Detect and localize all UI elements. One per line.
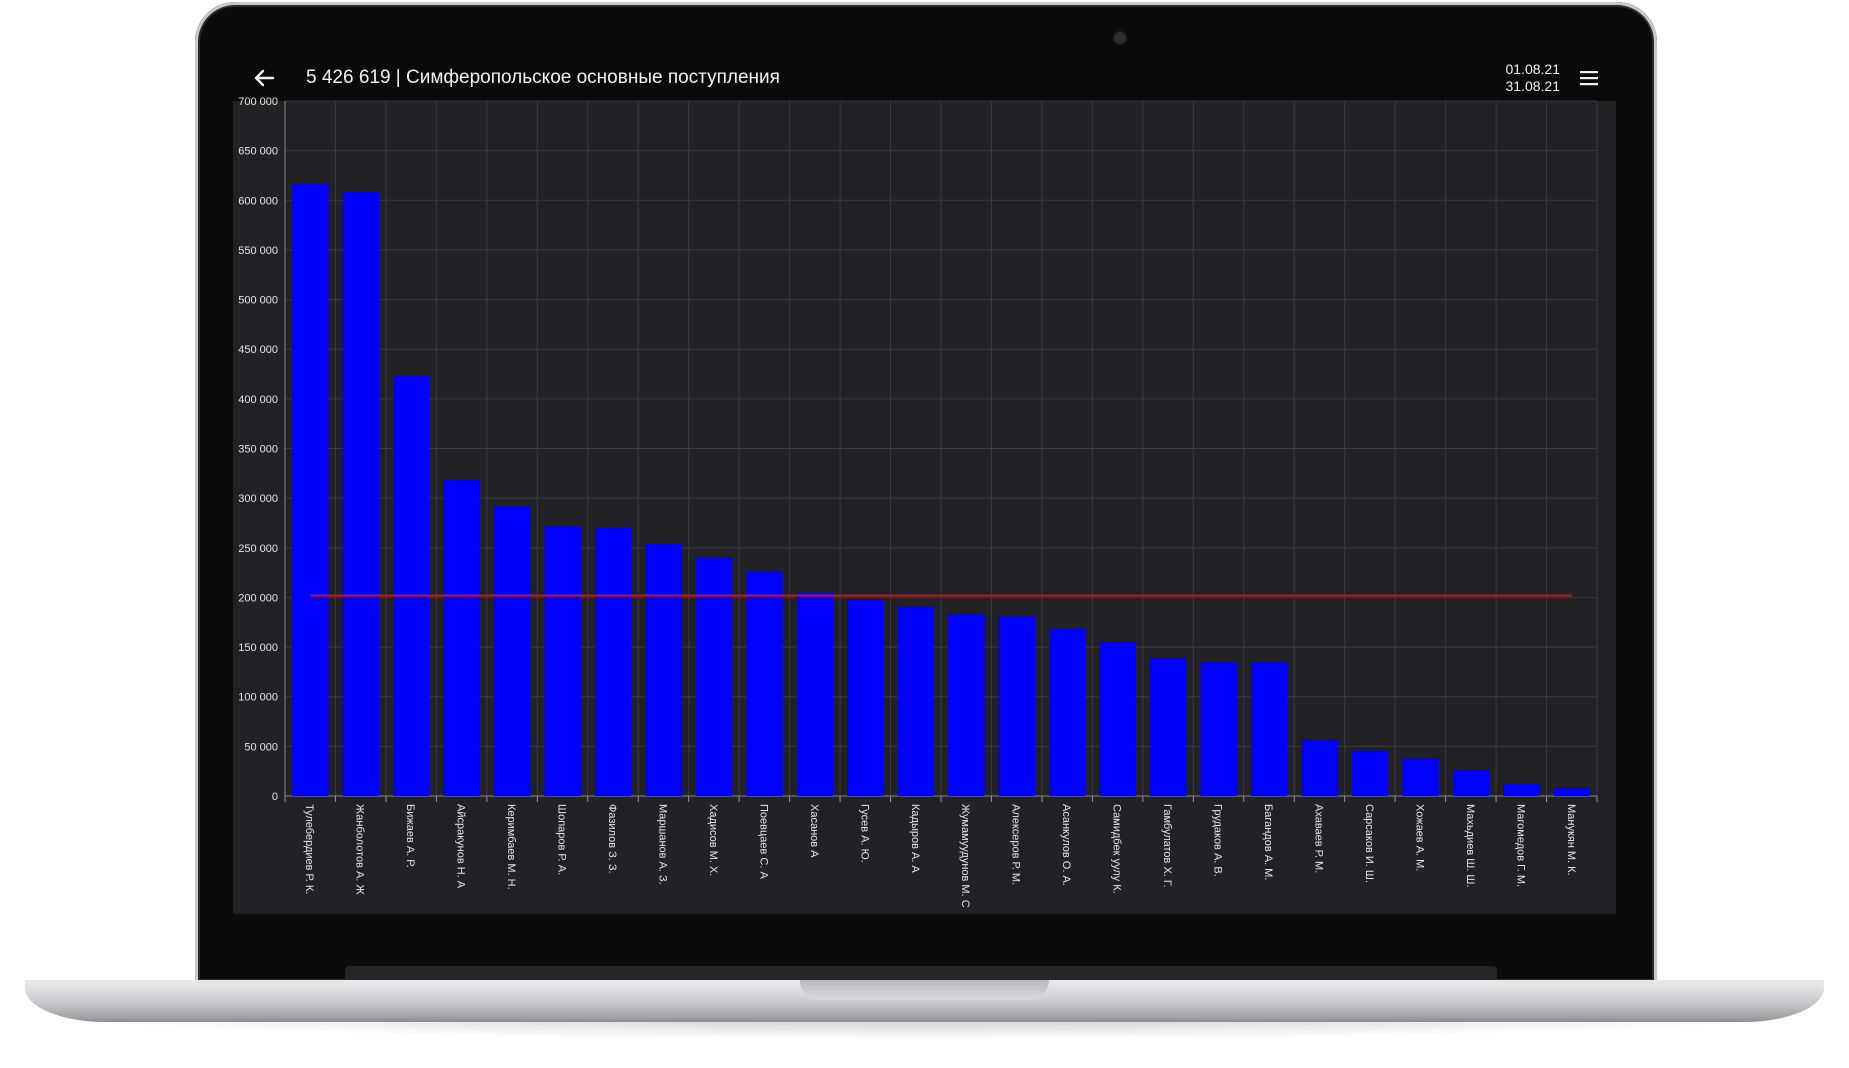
bar xyxy=(292,183,329,796)
y-tick-label: 700 000 xyxy=(238,96,278,108)
bar xyxy=(1452,769,1490,796)
x-tick-label: Гамбулатов Х. Г. xyxy=(1161,804,1173,888)
bar xyxy=(342,191,379,797)
x-tick-label: Хадисов М. Х. xyxy=(707,804,719,876)
y-tick-label: 0 xyxy=(272,791,278,803)
camera-icon xyxy=(1114,32,1126,44)
bar xyxy=(392,376,430,796)
bar xyxy=(796,592,834,796)
x-tick-label: Магомедов Г. М. xyxy=(1514,804,1526,887)
bar xyxy=(998,616,1035,796)
y-tick-label: 100 000 xyxy=(238,692,278,704)
y-tick-label: 450 000 xyxy=(238,344,278,356)
x-tick-label: Жумамуудунов М. С xyxy=(959,804,971,908)
bar xyxy=(1351,750,1389,796)
y-tick-label: 300 000 xyxy=(238,493,278,505)
y-tick-label: 50 000 xyxy=(244,741,278,753)
x-tick-label: Манукян М. К. xyxy=(1565,804,1577,876)
x-tick-label: Махьдиев Ш. Ш. xyxy=(1464,804,1476,888)
y-tick-label: 150 000 xyxy=(238,642,278,654)
bar xyxy=(544,525,581,796)
x-tick-label: Маршанов А. З. xyxy=(656,804,668,885)
y-tick-label: 250 000 xyxy=(238,543,278,555)
y-tick-label: 550 000 xyxy=(238,245,278,257)
x-tick-label: Фазилов З. З. xyxy=(606,804,618,874)
bar xyxy=(443,479,480,796)
x-tick-label: Грудаков А. В. xyxy=(1212,804,1224,877)
bar xyxy=(1099,641,1136,796)
x-tick-label: Асанкулов О. А. xyxy=(1060,804,1072,886)
bar xyxy=(695,556,733,796)
x-tick-label: Алексеров Р. М. xyxy=(1010,804,1022,885)
bar xyxy=(493,506,531,796)
x-tick-label: Гусев А. Ю. xyxy=(858,804,870,863)
bar xyxy=(1553,787,1590,796)
laptop-base-notch xyxy=(800,980,1049,1000)
bar xyxy=(1301,739,1338,796)
bar xyxy=(897,606,934,796)
bar xyxy=(746,570,783,796)
x-tick-label: Поевцаев С. А xyxy=(757,804,769,879)
x-tick-label: Керимбаев М. Н. xyxy=(505,804,517,890)
x-tick-label: Шопаров Р. А. xyxy=(556,804,568,875)
x-tick-label: Ахаваев Р. М. xyxy=(1312,804,1324,873)
x-tick-label: Кадыров А. А xyxy=(909,804,921,873)
app-screen: 5 426 619 | Симферопольское основные пос… xyxy=(233,55,1616,914)
y-tick-label: 600 000 xyxy=(238,195,278,207)
x-tick-label: Жанболотов А. Ж xyxy=(354,804,366,895)
bar xyxy=(1200,661,1237,796)
bar xyxy=(594,526,632,796)
x-tick-label: Сарсаков И. Ш. xyxy=(1363,804,1375,883)
x-tick-label: Хожаев А. М. xyxy=(1413,804,1425,871)
bar xyxy=(847,599,884,796)
y-tick-label: 200 000 xyxy=(238,592,278,604)
x-tick-label: Бижаев А. Р. xyxy=(404,804,416,868)
bar xyxy=(1048,628,1086,796)
x-tick-label: Айсракунов Н. А xyxy=(455,804,467,889)
y-tick-label: 500 000 xyxy=(238,295,278,307)
x-tick-label: Самидбек уулу К. xyxy=(1111,804,1123,894)
bar xyxy=(1503,783,1540,796)
bar-chart: 0 50 000 100 000 150 000 200 000 250 000 300 0… xyxy=(238,96,1598,908)
x-tick-label: Багандов А. М. xyxy=(1262,804,1274,880)
bar xyxy=(645,543,682,796)
bar xyxy=(948,613,985,796)
laptop-lid-hinge xyxy=(345,966,1497,980)
x-tick-label: Тулебердиев Р. К. xyxy=(303,804,315,894)
y-tick-label: 350 000 xyxy=(238,444,278,456)
x-tick-label: Хасанов А xyxy=(808,804,820,858)
y-tick-label: 400 000 xyxy=(238,394,278,406)
bar xyxy=(1149,657,1187,796)
y-tick-label: 650 000 xyxy=(238,146,278,158)
bar xyxy=(1402,758,1439,796)
bar xyxy=(1250,661,1288,796)
